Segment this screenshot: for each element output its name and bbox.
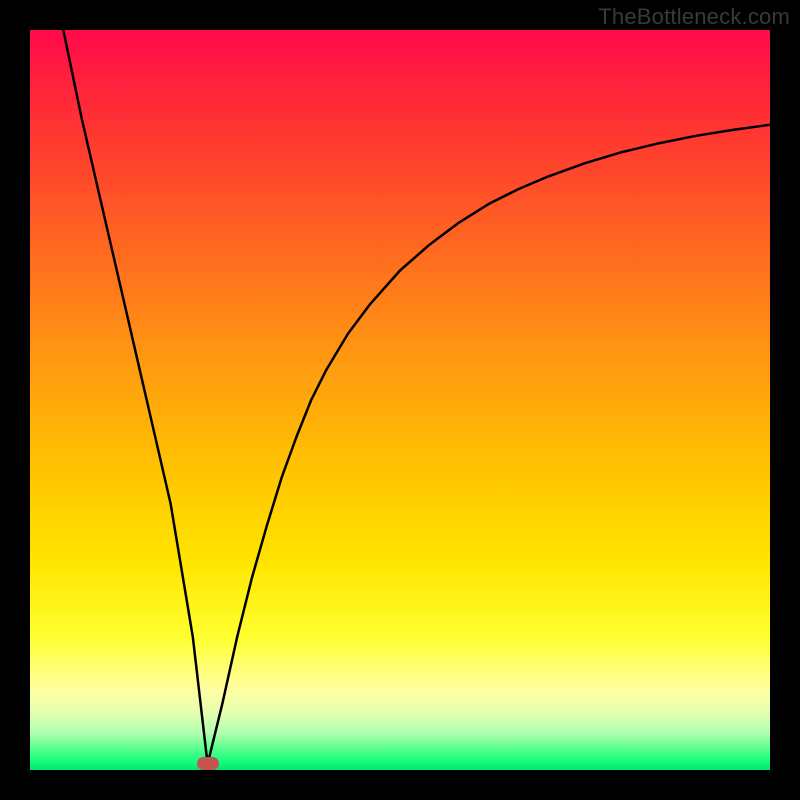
plot-area bbox=[30, 30, 770, 770]
watermark-text: TheBottleneck.com bbox=[598, 4, 790, 30]
optimal-point-marker bbox=[197, 757, 219, 770]
bottleneck-curve bbox=[30, 30, 770, 770]
chart-frame: TheBottleneck.com bbox=[0, 0, 800, 800]
